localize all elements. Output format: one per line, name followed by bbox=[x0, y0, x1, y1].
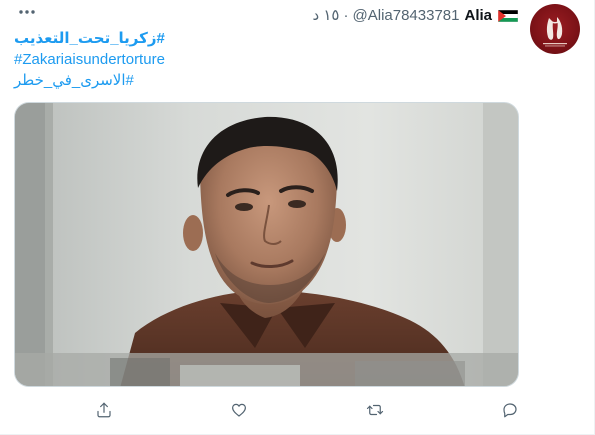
hashtag-link[interactable]: #زكريا_تحت_التعذيب bbox=[14, 28, 518, 49]
share-icon bbox=[97, 402, 111, 418]
tweet-actions bbox=[14, 398, 519, 422]
retweet-icon bbox=[366, 404, 384, 416]
separator-dot: · bbox=[343, 7, 349, 24]
portrait-photo bbox=[15, 103, 518, 386]
reply-button[interactable] bbox=[498, 398, 522, 422]
timestamp[interactable]: ١٥ د bbox=[313, 6, 340, 26]
avatar[interactable] bbox=[530, 4, 580, 54]
hashtag-link[interactable]: #الاسرى_في_خطر bbox=[14, 70, 518, 91]
display-name[interactable]: Alia bbox=[464, 6, 492, 26]
like-button[interactable] bbox=[227, 398, 251, 422]
brand-logo-icon bbox=[543, 17, 567, 47]
user-handle[interactable]: @Alia78433781 bbox=[353, 6, 460, 26]
tweet-media-image[interactable] bbox=[14, 102, 519, 387]
retweet-button[interactable] bbox=[363, 398, 387, 422]
hashtag-link[interactable]: #Zakariaisundertorture bbox=[14, 49, 518, 70]
more-options-button[interactable] bbox=[16, 2, 38, 22]
tweet-text: #زكريا_تحت_التعذيب #Zakariaisundertortur… bbox=[14, 28, 518, 91]
palestine-flag-icon bbox=[498, 10, 518, 22]
more-horizontal-icon bbox=[19, 10, 35, 14]
tweet-header: Alia @Alia78433781 · ١٥ د bbox=[313, 6, 518, 26]
tweet-card[interactable]: Alia @Alia78433781 · ١٥ د #زكريا_تحت_الت… bbox=[0, 0, 595, 435]
share-button[interactable] bbox=[92, 398, 116, 422]
like-icon bbox=[232, 403, 246, 417]
reply-icon bbox=[503, 403, 517, 418]
